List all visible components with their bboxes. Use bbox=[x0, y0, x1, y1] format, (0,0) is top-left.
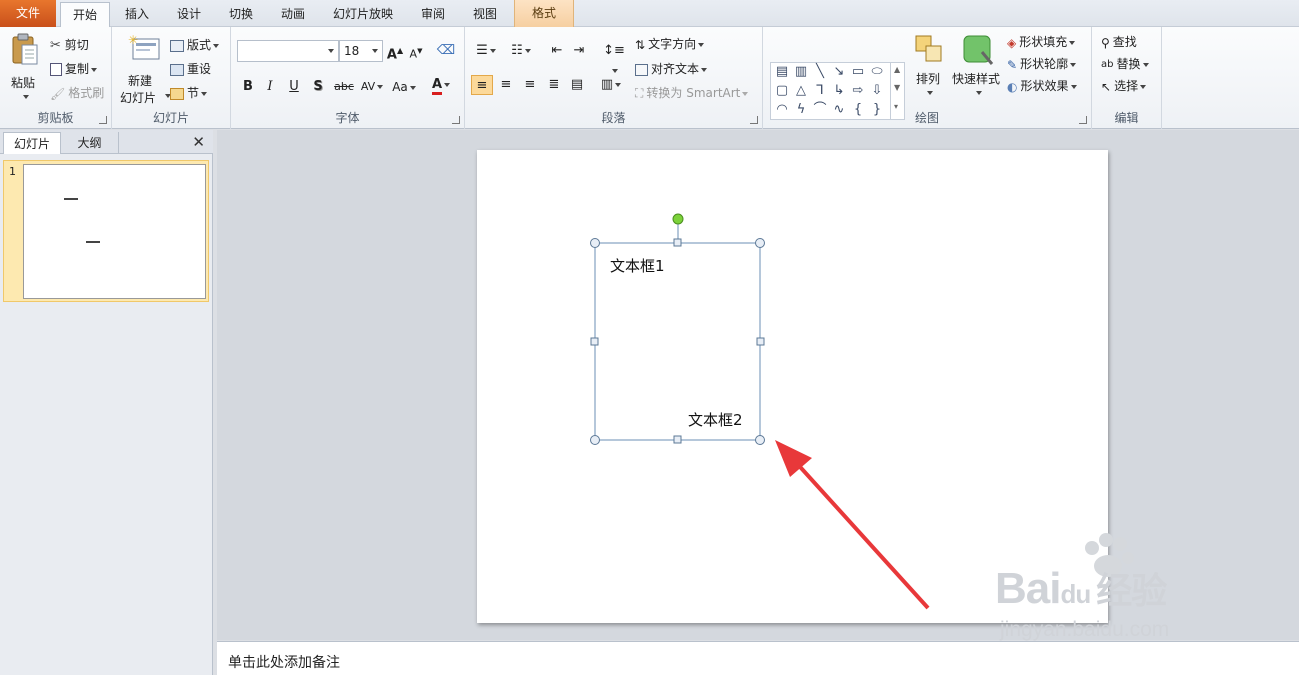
rotate-handle[interactable] bbox=[672, 213, 684, 225]
handle-bottom-left[interactable] bbox=[590, 435, 600, 445]
textbox-2[interactable]: 文本框2 bbox=[688, 409, 743, 430]
notes-placeholder: 单击此处添加备注 bbox=[228, 655, 340, 671]
baidu-watermark: Baidu 经验 jingyan.baidu.com bbox=[990, 530, 1240, 650]
handle-top[interactable] bbox=[673, 238, 682, 247]
watermark-url: jingyan.baidu.com bbox=[1000, 618, 1170, 641]
annotation-arrow-shaft bbox=[790, 456, 930, 610]
handle-top-left[interactable] bbox=[590, 238, 600, 248]
handle-left[interactable] bbox=[590, 337, 599, 346]
textbox-1[interactable]: 文本框1 bbox=[610, 255, 665, 276]
watermark-brand-du: du bbox=[1060, 579, 1091, 609]
handle-right[interactable] bbox=[756, 337, 765, 346]
watermark-brand: Baidu 经验 bbox=[995, 562, 1167, 614]
watermark-brand-cn: 经验 bbox=[1096, 570, 1167, 611]
handle-top-right[interactable] bbox=[755, 238, 765, 248]
handle-bottom-right[interactable] bbox=[755, 435, 765, 445]
watermark-brand-bai: Bai bbox=[995, 564, 1061, 613]
handle-bottom[interactable] bbox=[673, 435, 682, 444]
